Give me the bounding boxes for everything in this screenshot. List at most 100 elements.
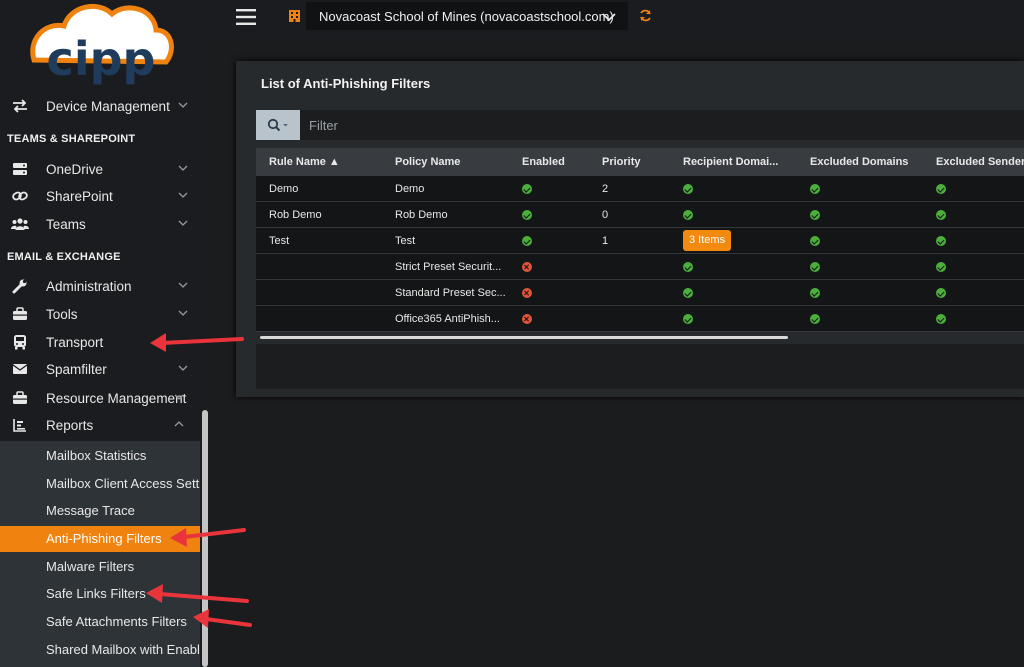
sidebar-subitem-mailbox-client-access[interactable]: Mailbox Client Access Settings xyxy=(0,471,200,497)
table-header: Rule Name ▲ Policy Name Enabled Priority… xyxy=(256,148,1024,176)
sidebar-item-spamfilter[interactable]: Spamfilter xyxy=(0,356,205,382)
sidebar-item-onedrive[interactable]: OneDrive xyxy=(0,156,205,182)
check-circle-icon xyxy=(683,288,693,298)
check-circle-icon xyxy=(936,236,946,246)
chevron-down-icon xyxy=(178,192,188,198)
cipp-logo[interactable]: cipp xyxy=(26,0,176,88)
chevron-down-icon xyxy=(178,102,188,108)
table-row[interactable]: Rob Demo Rob Demo 0 xyxy=(256,202,1024,228)
bus-icon xyxy=(11,333,29,351)
chevron-down-icon xyxy=(178,165,188,171)
chevron-up-icon xyxy=(174,421,184,427)
check-circle-icon xyxy=(936,184,946,194)
chevron-down-icon xyxy=(178,365,188,371)
hamburger-menu-icon[interactable] xyxy=(236,9,256,25)
tenant-selector[interactable]: Novacoast School of Mines (novacoastscho… xyxy=(306,2,628,30)
check-circle-icon xyxy=(936,314,946,324)
table-footer xyxy=(256,344,1024,389)
column-header-excluded-senders[interactable]: Excluded Senders xyxy=(936,148,1024,176)
check-circle-icon xyxy=(936,210,946,220)
filter-input[interactable] xyxy=(301,110,1024,140)
cell-priority: 1 xyxy=(602,235,609,247)
cell-rule-name: Rob Demo xyxy=(269,209,322,221)
check-circle-icon xyxy=(810,236,820,246)
sidebar-subitem-safe-attachments-filters[interactable]: Safe Attachments Filters xyxy=(0,609,200,635)
sidebar-item-tools[interactable]: Tools xyxy=(0,301,205,327)
column-header-excluded-domains[interactable]: Excluded Domains xyxy=(810,148,908,176)
chevron-down-icon xyxy=(178,282,188,288)
check-circle-icon xyxy=(683,314,693,324)
column-header-priority[interactable]: Priority xyxy=(602,148,641,176)
chevron-down-icon xyxy=(178,310,188,316)
logo-text: cipp xyxy=(47,32,156,86)
check-circle-icon xyxy=(522,184,532,194)
items-badge-button[interactable]: 3 Items xyxy=(683,230,732,251)
users-icon xyxy=(11,215,29,233)
check-circle-icon xyxy=(683,262,693,272)
cell-priority: 0 xyxy=(602,209,609,221)
annotation-arrow-anti-phishing xyxy=(170,528,246,547)
cell-policy-name: Office365 AntiPhish... xyxy=(395,313,500,325)
section-title-teams-sharepoint: TEAMS & SHAREPOINT xyxy=(7,133,136,145)
sidebar-item-label: Tools xyxy=(46,306,78,322)
check-circle-icon xyxy=(522,236,532,246)
wrench-icon xyxy=(11,277,29,295)
sidebar-item-label: Transport xyxy=(46,334,104,350)
sidebar-item-label: Administration xyxy=(46,278,132,294)
building-icon xyxy=(289,10,300,22)
envelope-icon xyxy=(11,360,29,378)
column-header-recipient-domains[interactable]: Recipient Domai... xyxy=(683,148,778,176)
table-row[interactable]: Demo Demo 2 xyxy=(256,176,1024,202)
cell-policy-name: Demo xyxy=(395,183,425,195)
sidebar-item-sharepoint[interactable]: SharePoint xyxy=(0,183,205,209)
cell-policy-name: Rob Demo xyxy=(395,209,448,221)
toolbox-icon xyxy=(11,305,29,323)
search-dropdown-button[interactable] xyxy=(256,110,300,140)
cell-priority: 2 xyxy=(602,183,609,195)
chevron-down-icon xyxy=(178,220,188,226)
check-circle-icon xyxy=(810,184,820,194)
cell-policy-name: Test xyxy=(395,235,416,247)
check-circle-icon xyxy=(936,288,946,298)
check-circle-icon xyxy=(810,288,820,298)
sidebar-item-teams[interactable]: Teams xyxy=(0,211,205,237)
x-circle-icon xyxy=(522,288,532,298)
bar-chart-icon xyxy=(11,416,29,434)
tenant-name: Novacoast School of Mines (novacoastscho… xyxy=(319,8,614,24)
check-circle-icon xyxy=(683,210,693,220)
table-row[interactable]: Strict Preset Securit... xyxy=(256,254,1024,280)
sidebar-subitem-shared-mailbox-enabled[interactable]: Shared Mailbox with Enabled Account xyxy=(0,637,200,663)
cell-rule-name: Demo xyxy=(269,183,299,195)
sidebar-item-label: Spamfilter xyxy=(46,361,107,377)
column-header-enabled[interactable]: Enabled xyxy=(522,148,565,176)
check-circle-icon xyxy=(936,262,946,272)
sidebar-subitem-malware-filters[interactable]: Malware Filters xyxy=(0,554,200,580)
sidebar-subitem-mailbox-statistics[interactable]: Mailbox Statistics xyxy=(0,443,200,469)
cell-policy-name: Standard Preset Sec... xyxy=(395,287,506,299)
refresh-icon[interactable] xyxy=(639,9,652,22)
search-icon xyxy=(267,118,288,132)
sidebar-item-label: Reports xyxy=(46,417,94,433)
sidebar-item-administration[interactable]: Administration xyxy=(0,273,205,299)
check-circle-icon xyxy=(683,184,693,194)
table-row[interactable]: Test Test 1 3 Items xyxy=(256,228,1024,254)
sidebar-item-resource-management[interactable]: Resource Management xyxy=(0,385,205,411)
arrows-exchange-icon xyxy=(11,97,29,115)
sidebar-item-label: Device Management xyxy=(46,98,170,114)
annotation-arrow-safe-attachments xyxy=(193,609,252,628)
column-header-policy-name[interactable]: Policy Name xyxy=(395,148,460,176)
sidebar-item-label: OneDrive xyxy=(46,161,104,177)
table-row[interactable]: Standard Preset Sec... xyxy=(256,280,1024,306)
toolbox-icon xyxy=(11,389,29,407)
table-row[interactable]: Office365 AntiPhish... xyxy=(256,306,1024,332)
sidebar-item-device-management[interactable]: Device Management xyxy=(0,93,205,119)
sidebar-item-label: SharePoint xyxy=(46,188,113,204)
link-icon xyxy=(11,187,29,205)
hard-drive-icon xyxy=(11,160,29,178)
check-circle-icon xyxy=(810,210,820,220)
sidebar-item-reports[interactable]: Reports xyxy=(0,412,205,438)
column-header-rule-name[interactable]: Rule Name ▲ xyxy=(269,148,340,176)
table-horizontal-scrollbar[interactable] xyxy=(260,336,788,339)
check-circle-icon xyxy=(810,262,820,272)
check-circle-icon xyxy=(522,210,532,220)
